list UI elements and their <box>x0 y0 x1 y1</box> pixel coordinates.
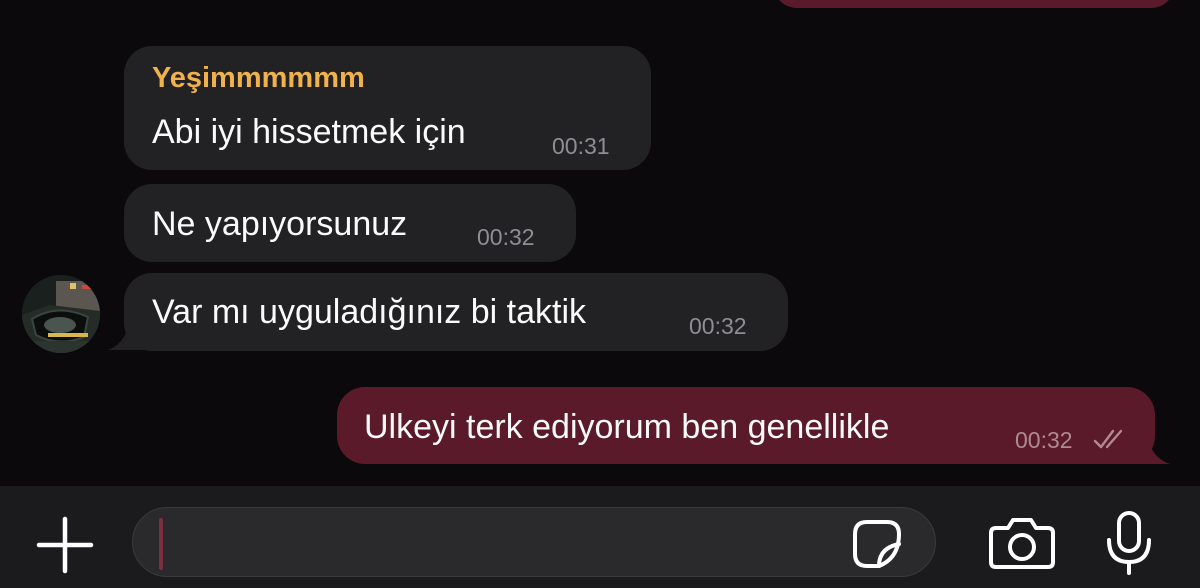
double-check-icon <box>1093 429 1123 449</box>
plus-icon[interactable] <box>36 516 94 574</box>
message-text: Var mı uyguladığınız bi taktik <box>152 293 587 331</box>
message-time: 00:32 <box>477 224 535 250</box>
message-text: Ne yapıyorsunuz <box>152 205 408 243</box>
previous-outgoing-bubble[interactable] <box>773 0 1175 8</box>
composer-bar <box>0 486 1200 588</box>
camera-icon[interactable] <box>988 516 1056 570</box>
message-text: Abi iyi hissetmek için <box>152 113 466 151</box>
message-bubble-4[interactable]: Ulkeyi terk ediyorum ben genellikle 00:3… <box>337 387 1155 464</box>
message-time: 00:32 <box>689 313 747 339</box>
message-bubble-3[interactable]: Var mı uyguladığınız bi taktik 00:32 <box>124 273 788 351</box>
chat-area: Yeşimmmmmm Abi iyi hissetmek için 00:31 … <box>0 0 1200 486</box>
microphone-icon[interactable] <box>1104 510 1154 576</box>
message-time: 00:32 <box>1015 427 1073 453</box>
message-time: 00:31 <box>552 133 610 159</box>
text-caret <box>159 518 163 570</box>
message-bubble-1[interactable]: Yeşimmmmmm Abi iyi hissetmek için 00:31 <box>124 46 651 170</box>
message-text: Ulkeyi terk ediyorum ben genellikle <box>364 408 890 446</box>
avatar[interactable] <box>22 275 100 353</box>
sticker-icon[interactable] <box>851 518 903 570</box>
message-input[interactable] <box>132 507 936 577</box>
sender-name[interactable]: Yeşimmmmmm <box>152 62 365 95</box>
message-bubble-2[interactable]: Ne yapıyorsunuz 00:32 <box>124 184 576 262</box>
